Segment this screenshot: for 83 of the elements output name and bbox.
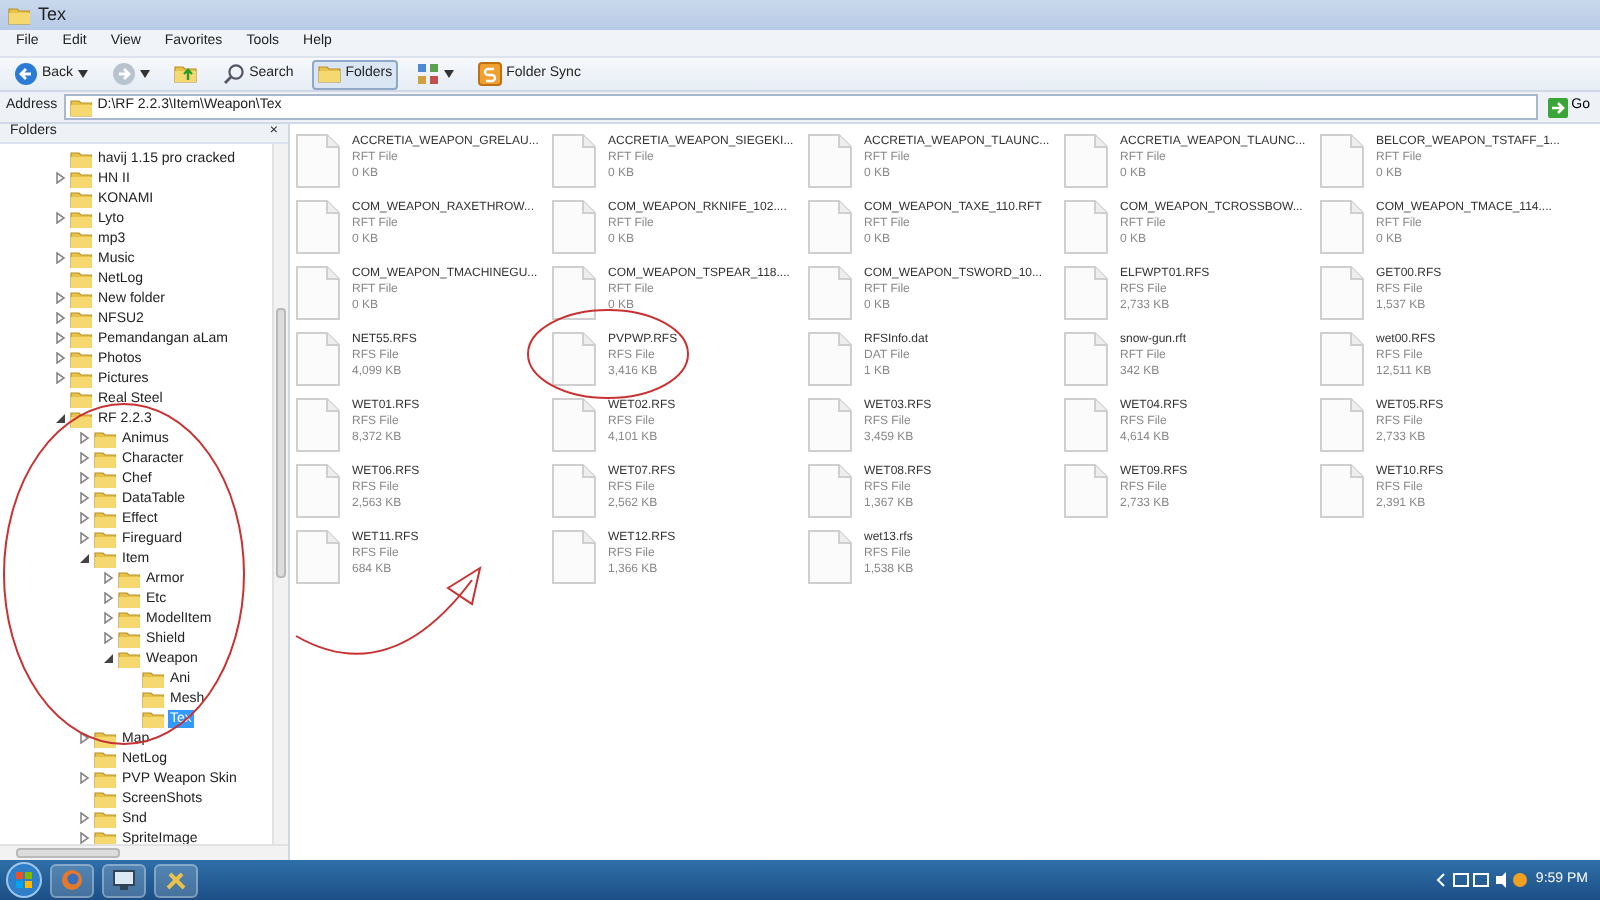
folder-icon	[70, 288, 92, 308]
expand-triangle-icon[interactable]	[102, 572, 114, 584]
folder-icon	[70, 268, 92, 288]
expand-triangle-icon[interactable]	[102, 612, 114, 624]
sync-badge-icon	[478, 62, 503, 86]
folder-icon	[118, 648, 140, 668]
folder-icon	[94, 468, 116, 488]
folder-icon	[70, 208, 92, 228]
monitor-icon	[112, 868, 136, 892]
folder-icon	[70, 388, 92, 408]
expand-triangle-icon[interactable]	[78, 452, 90, 464]
expand-triangle-icon[interactable]	[54, 292, 66, 304]
start-orb-icon[interactable]	[6, 862, 42, 898]
expand-triangle-icon[interactable]	[54, 352, 66, 364]
folder-icon	[69, 96, 92, 118]
folder-icon	[94, 788, 116, 808]
folder-icon	[70, 168, 92, 188]
folder-icon	[70, 248, 92, 268]
folder-icon	[94, 808, 116, 828]
folder-icon	[118, 628, 140, 648]
expand-triangle-icon[interactable]	[78, 512, 90, 524]
folder-icon	[8, 4, 30, 26]
back-arrow-icon	[14, 62, 38, 86]
folder-icon	[317, 62, 342, 86]
forward-arrow-icon	[111, 62, 136, 86]
expand-triangle-icon[interactable]	[54, 332, 66, 344]
expand-triangle-icon[interactable]	[54, 172, 66, 184]
scroll-thumb[interactable]	[16, 848, 120, 858]
caret-icon	[444, 70, 455, 78]
expand-triangle-icon[interactable]	[54, 212, 66, 224]
folder-icon	[94, 748, 116, 768]
scroll-thumb[interactable]	[276, 308, 286, 578]
folder-up-icon	[173, 62, 198, 86]
caret-icon	[139, 70, 150, 78]
folder-icon	[118, 608, 140, 628]
file-icon[interactable]	[552, 266, 596, 320]
collapse-triangle-icon[interactable]	[78, 552, 90, 564]
vertical-scrollbar[interactable]	[272, 144, 288, 844]
folder-icon	[94, 528, 116, 548]
expand-triangle-icon[interactable]	[78, 492, 90, 504]
expand-triangle-icon[interactable]	[78, 812, 90, 824]
globe-icon	[60, 868, 84, 892]
folder-icon	[94, 448, 116, 468]
tray-icons-drawing[interactable]	[1435, 870, 1528, 890]
folder-icon	[118, 588, 140, 608]
expand-triangle-icon[interactable]	[78, 772, 90, 784]
folder-icon	[142, 708, 164, 728]
expand-triangle-icon[interactable]	[54, 252, 66, 264]
folder-icon	[94, 548, 116, 568]
collapse-triangle-icon[interactable]	[102, 652, 114, 664]
taskbar-button[interactable]	[102, 863, 146, 897]
horizontal-scrollbar[interactable]	[0, 844, 288, 860]
folder-icon	[142, 688, 164, 708]
expand-triangle-icon[interactable]	[78, 472, 90, 484]
folder-icon	[70, 228, 92, 248]
search-icon	[221, 62, 246, 86]
folder-icon	[94, 428, 116, 448]
collapse-triangle-icon[interactable]	[54, 412, 66, 424]
folder-icon	[70, 348, 92, 368]
expand-triangle-icon[interactable]	[78, 432, 90, 444]
go-arrow-icon	[1547, 97, 1568, 117]
expand-triangle-icon[interactable]	[78, 732, 90, 744]
folder-icon	[70, 328, 92, 348]
folder-icon	[94, 508, 116, 528]
expand-triangle-icon[interactable]	[54, 312, 66, 324]
expand-triangle-icon[interactable]	[102, 592, 114, 604]
expand-triangle-icon[interactable]	[78, 532, 90, 544]
folder-icon	[70, 408, 92, 428]
folder-icon	[70, 308, 92, 328]
folder-icon	[94, 768, 116, 788]
expand-triangle-icon[interactable]	[78, 832, 90, 844]
folder-icon	[70, 148, 92, 168]
folder-icon	[118, 568, 140, 588]
caret-icon	[77, 70, 88, 78]
folder-icon	[70, 188, 92, 208]
tools-icon	[164, 868, 188, 892]
folder-icon	[94, 488, 116, 508]
folder-icon	[142, 668, 164, 688]
folder-icon	[70, 368, 92, 388]
views-grid-icon	[416, 62, 441, 86]
expand-triangle-icon[interactable]	[102, 632, 114, 644]
expand-triangle-icon[interactable]	[54, 372, 66, 384]
window-title: Tex	[38, 1, 67, 28]
